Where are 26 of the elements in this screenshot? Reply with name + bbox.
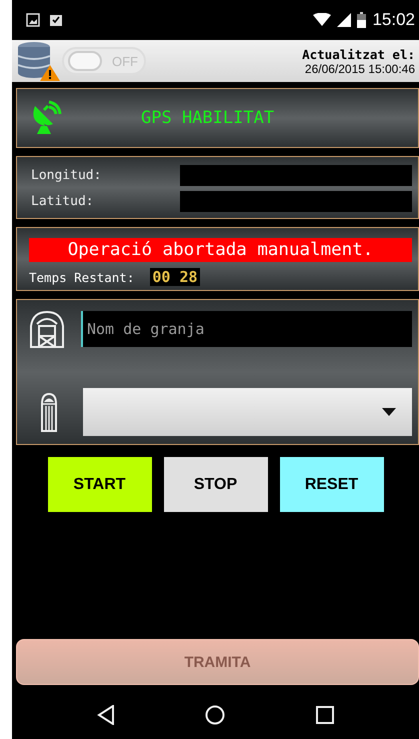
database-warning-icon xyxy=(16,41,60,81)
coordinate-label: Latitud: xyxy=(31,194,94,209)
image-icon xyxy=(26,13,40,27)
action-button[interactable]: START xyxy=(48,457,152,512)
gps-status: GPS HABILITAT xyxy=(141,108,274,128)
recents-icon[interactable] xyxy=(316,706,334,724)
error-message: Operació abortada manualment. xyxy=(29,238,412,262)
clock: 15:02 xyxy=(372,10,415,30)
updated-time: 26/06/2015 15:00:46 xyxy=(304,62,415,76)
battery-icon xyxy=(357,12,366,28)
silo-icon xyxy=(39,392,59,432)
farm-name-field[interactable]: Nom de granja xyxy=(81,311,412,347)
satellite-dish-icon xyxy=(31,100,63,136)
back-icon[interactable] xyxy=(97,705,116,725)
signal-icon xyxy=(337,13,352,27)
coordinate-label: Longitud: xyxy=(31,168,102,183)
wifi-icon xyxy=(313,13,332,27)
updated-label: Actualitzat el: xyxy=(302,46,415,62)
barn-icon xyxy=(29,310,65,348)
action-button[interactable]: STOP xyxy=(164,457,268,512)
dropdown-arrow-icon xyxy=(382,408,396,416)
action-button[interactable]: RESET xyxy=(280,457,384,512)
home-icon[interactable] xyxy=(205,705,226,725)
timer-label: Temps Restant: xyxy=(29,270,134,284)
countdown-timer: 00 28 xyxy=(150,268,200,286)
clipboard-check-icon xyxy=(48,12,64,28)
